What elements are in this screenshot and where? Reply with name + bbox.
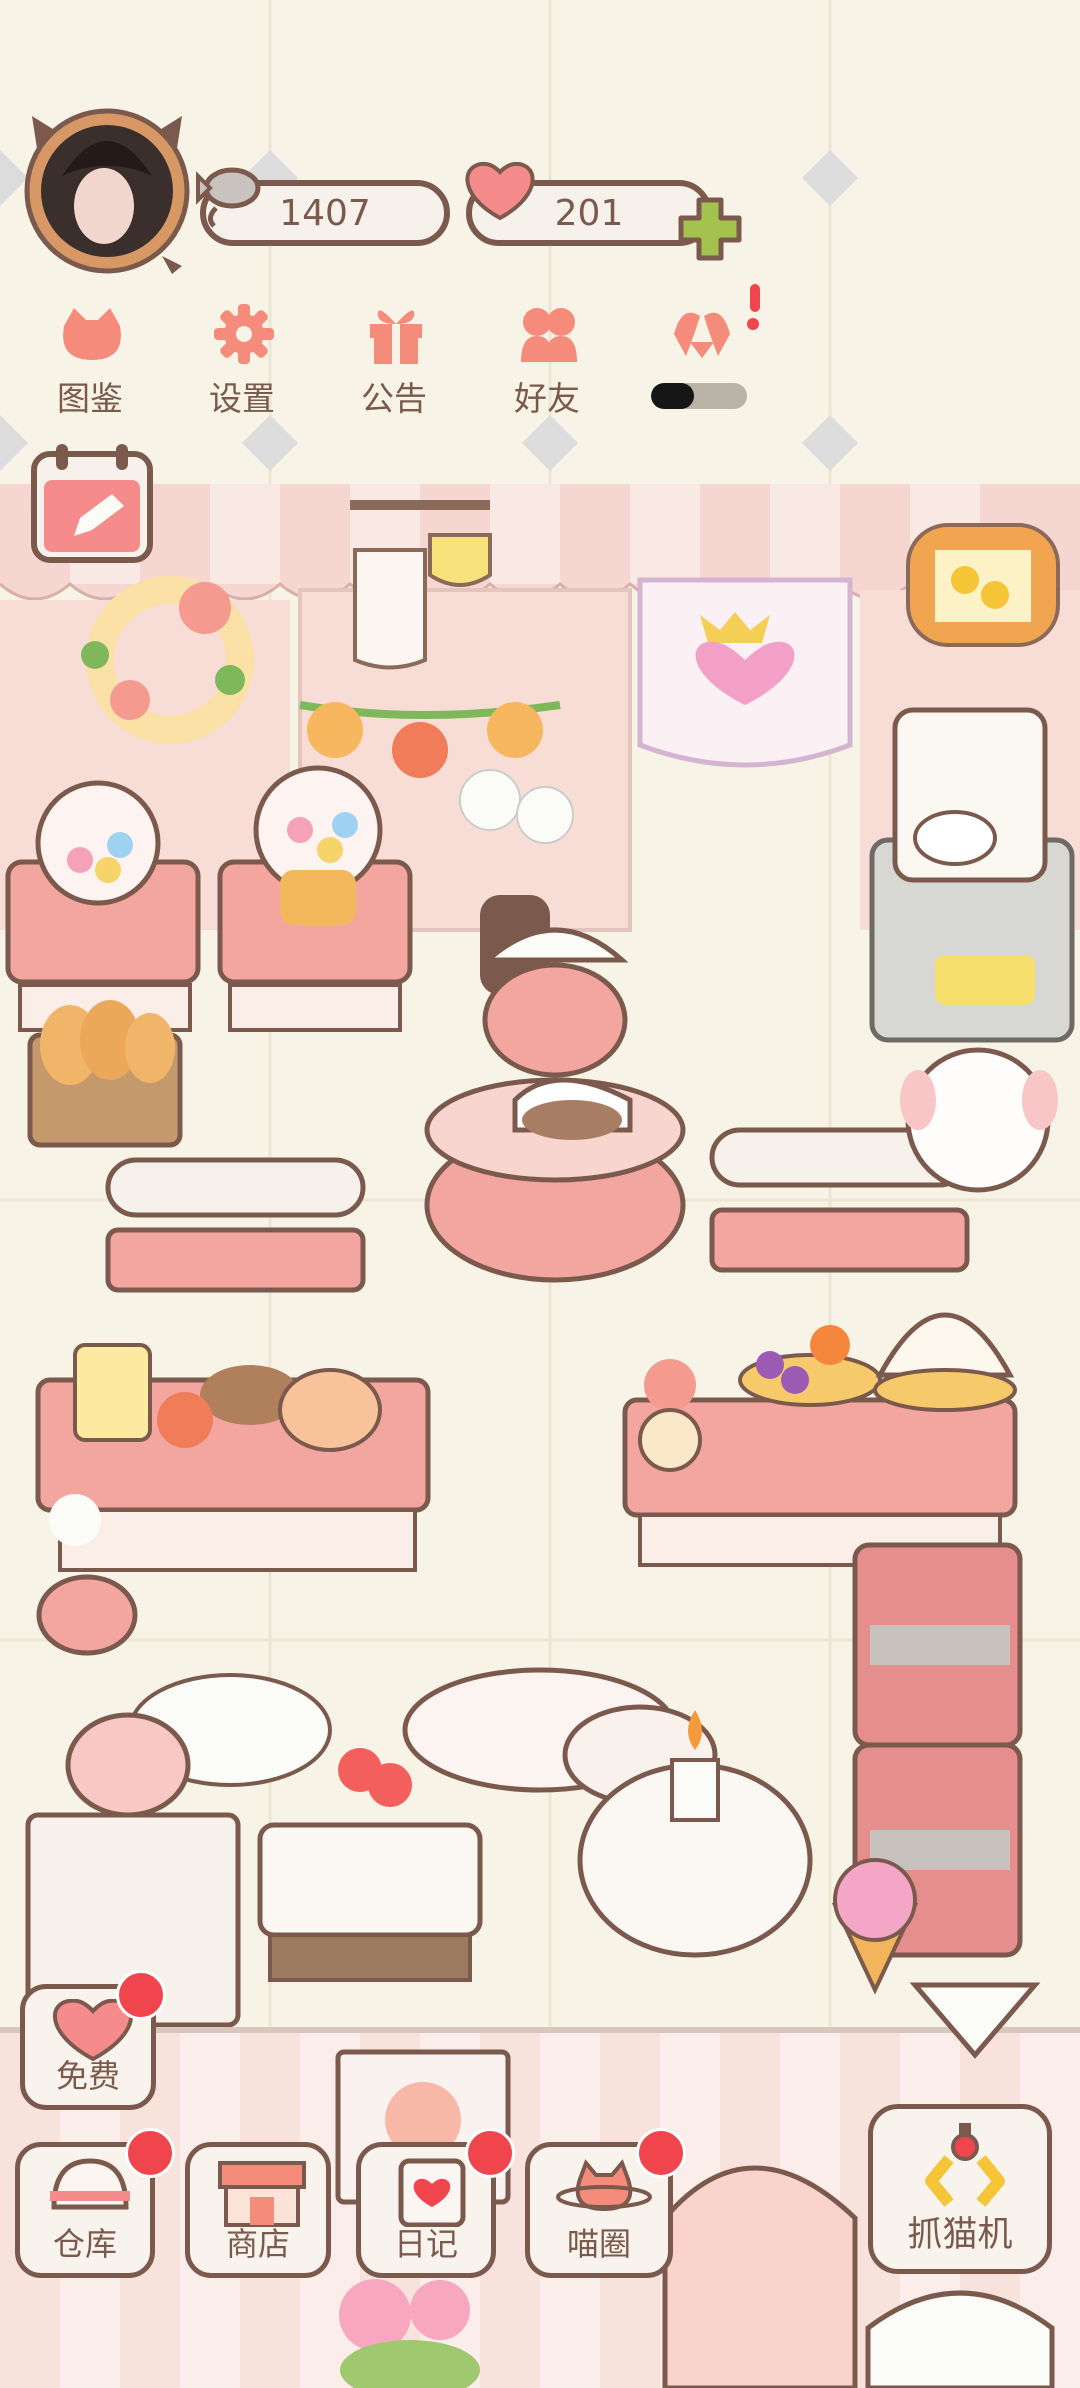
cat-ear-frame-icon bbox=[24, 108, 190, 274]
calendar-edit-icon[interactable] bbox=[30, 440, 154, 565]
heart-count: 201 bbox=[554, 192, 624, 234]
plus-icon[interactable] bbox=[675, 194, 745, 264]
free-notification-dot bbox=[116, 1970, 166, 2020]
warehouse-icon bbox=[50, 2158, 130, 2210]
player-avatar[interactable] bbox=[22, 96, 192, 276]
settings-label: 设置 bbox=[209, 379, 275, 418]
announcement-label: 公告 bbox=[361, 379, 427, 418]
announcement-button[interactable]: 公告 bbox=[334, 300, 454, 420]
friends-button[interactable]: 好友 bbox=[487, 300, 607, 420]
shop-button[interactable]: 商店 bbox=[185, 2142, 331, 2278]
gear-icon bbox=[214, 304, 274, 364]
diary-notification-dot bbox=[465, 2128, 515, 2178]
cat-circle-label: 喵圈 bbox=[566, 2225, 631, 2263]
catalog-button[interactable]: 图鉴 bbox=[30, 300, 150, 420]
gift-icon bbox=[370, 310, 422, 364]
free-label: 免费 bbox=[55, 2057, 120, 2095]
friends-label: 好友 bbox=[514, 379, 580, 418]
warehouse-label: 仓库 bbox=[52, 2225, 117, 2263]
cat-planet-icon bbox=[556, 2159, 652, 2212]
cat-face-icon bbox=[63, 308, 121, 360]
heart-icon bbox=[465, 161, 535, 221]
diary-icon bbox=[398, 2158, 466, 2227]
catalog-label: 图鉴 bbox=[57, 379, 123, 418]
claw-machine-label: 抓猫机 bbox=[907, 2215, 1013, 2255]
cat-circle-notification-dot bbox=[636, 2128, 686, 2178]
event-progress-bar bbox=[651, 383, 747, 409]
diary-label: 日记 bbox=[393, 2225, 458, 2263]
fish-icon bbox=[196, 167, 261, 228]
shop-label: 商店 bbox=[225, 2225, 290, 2263]
friends-icon bbox=[521, 308, 577, 362]
claw-machine-button[interactable]: 抓猫机 bbox=[868, 2104, 1052, 2274]
warehouse-notification-dot bbox=[125, 2128, 175, 2178]
claw-icon bbox=[925, 2123, 1005, 2207]
settings-button[interactable]: 设置 bbox=[182, 300, 302, 420]
exclamation-icon bbox=[747, 284, 760, 330]
event-progress-fill bbox=[651, 383, 695, 409]
coin-count: 1407 bbox=[279, 192, 371, 234]
heart-hands-icon bbox=[674, 312, 730, 358]
shop-icon bbox=[218, 2161, 306, 2227]
